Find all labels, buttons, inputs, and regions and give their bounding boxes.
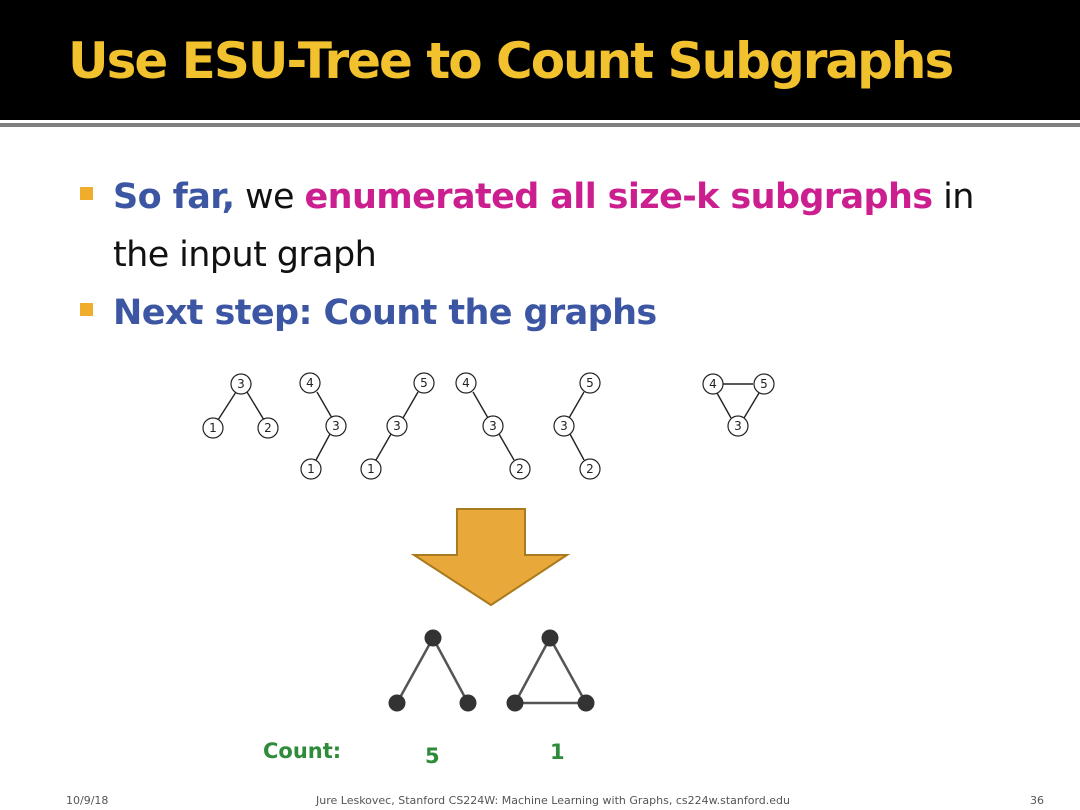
node-label: 3	[237, 377, 245, 391]
triangle-graphlet-node	[506, 694, 524, 712]
edge	[316, 391, 333, 419]
edge	[569, 433, 585, 461]
node-label: 3	[393, 419, 401, 433]
count-label: Count:	[263, 739, 342, 763]
edge	[498, 433, 515, 461]
graphlet-nodes	[388, 629, 595, 712]
node-label: 3	[489, 419, 497, 433]
edge	[548, 637, 588, 704]
subgraph-labels: 3 1 2 4 3 1 5 3 1 4 3 2 5 3 2 4 5 3	[209, 376, 768, 476]
edge	[568, 391, 585, 419]
path-count-value: 5	[425, 744, 440, 768]
subgraph-diagram: 3 1 2 4 3 1 5 3 1 4 3 2 5 3 2 4 5 3	[202, 372, 775, 712]
node-label: 4	[462, 376, 470, 390]
path-graphlet-node	[388, 694, 406, 712]
node-label: 5	[420, 376, 428, 390]
edge	[395, 637, 435, 704]
edge	[431, 637, 470, 704]
edge	[315, 433, 331, 461]
edge	[472, 391, 489, 419]
node-label: 2	[516, 462, 524, 476]
edge	[743, 392, 760, 419]
node-label: 2	[264, 421, 272, 435]
footer-credit: Jure Leskovec, Stanford CS224W: Machine …	[316, 794, 790, 807]
edge	[375, 433, 392, 461]
node-label: 1	[209, 421, 217, 435]
node-label: 3	[560, 419, 568, 433]
node-label: 4	[709, 377, 717, 391]
node-label: 1	[307, 462, 315, 476]
path-graphlet-node	[424, 629, 442, 647]
node-label: 4	[306, 376, 314, 390]
node-label: 3	[734, 419, 742, 433]
node-label: 1	[367, 462, 375, 476]
footer-date: 10/9/18	[66, 794, 109, 807]
node-label: 5	[586, 376, 594, 390]
edge	[402, 391, 419, 419]
node-label: 3	[332, 419, 340, 433]
path-graphlet-node	[459, 694, 477, 712]
node-label: 2	[586, 462, 594, 476]
page-number: 36	[1030, 794, 1044, 807]
edge	[246, 391, 265, 421]
triangle-graphlet-node	[541, 629, 559, 647]
down-arrow-icon	[410, 508, 571, 607]
edge	[217, 391, 237, 421]
graphlet-edges	[395, 637, 588, 705]
node-label: 5	[760, 377, 768, 391]
edge	[716, 392, 732, 419]
edge	[513, 637, 552, 704]
triangle-count-value: 1	[550, 740, 565, 764]
triangle-graphlet-node	[577, 694, 595, 712]
